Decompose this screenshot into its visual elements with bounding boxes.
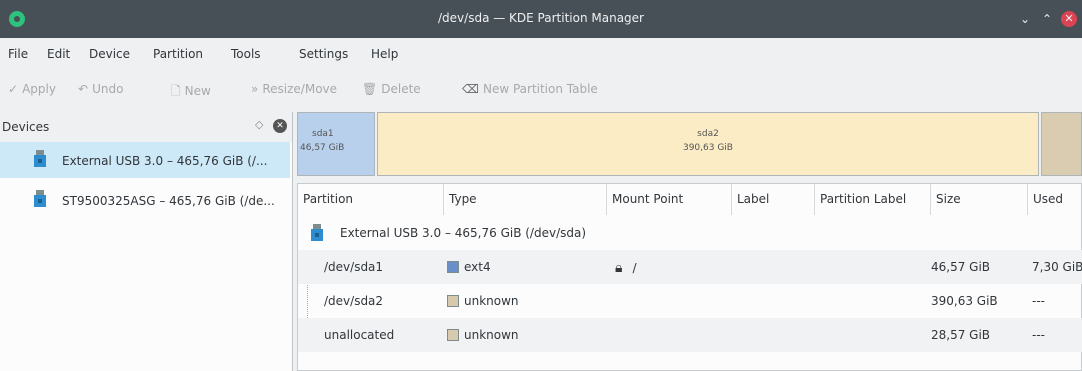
- partition-size: 28,57 GiB: [931, 328, 991, 342]
- partition-type: ext4: [447, 260, 491, 274]
- column-header-partition-label[interactable]: Partition Label: [815, 184, 931, 215]
- new-document-icon: 🗋: [171, 84, 181, 98]
- partition-bar-name: sda2: [697, 129, 719, 139]
- partition-bar-unallocated[interactable]: [1041, 112, 1082, 176]
- undo-icon: ↶: [78, 82, 89, 96]
- apply-button[interactable]: ✓ Apply: [8, 82, 56, 96]
- partition-bar-size: 390,63 GiB: [682, 143, 733, 153]
- usb-drive-icon: [311, 224, 323, 241]
- fs-color-swatch: [447, 329, 459, 341]
- minimize-icon[interactable]: ⌄: [1017, 11, 1033, 27]
- trash-icon: 🗑: [362, 82, 378, 96]
- devices-header: Devices ◇ ✕: [0, 112, 292, 142]
- fs-color-swatch: [447, 295, 459, 307]
- float-panel-icon[interactable]: ◇: [255, 118, 263, 131]
- device-row-label: External USB 3.0 – 465,76 GiB (/dev/sda): [340, 226, 587, 240]
- resize-move-button[interactable]: » Resize/Move: [251, 82, 337, 96]
- fs-color-swatch: [447, 261, 459, 273]
- table-row[interactable]: unallocated unknown 28,57 GiB ---: [298, 318, 1082, 352]
- table-device-row[interactable]: External USB 3.0 – 465,76 GiB (/dev/sda): [298, 216, 1082, 250]
- check-icon: ✓: [8, 82, 19, 96]
- devices-panel: Devices ◇ ✕ External USB 3.0 – 465,76 Gi…: [0, 112, 293, 371]
- device-item-st9500325asg[interactable]: ST9500325ASG – 465,76 GiB (/de...: [0, 182, 290, 218]
- device-item-external-usb[interactable]: External USB 3.0 – 465,76 GiB (/...: [0, 142, 290, 178]
- table-row[interactable]: /dev/sda2 unknown 390,63 GiB ---: [298, 284, 1082, 318]
- menu-settings[interactable]: Settings: [299, 47, 348, 61]
- title-bar: /dev/sda — KDE Partition Manager ⌄ ⌃ ✕: [0, 0, 1082, 38]
- menu-partition[interactable]: Partition: [153, 47, 203, 61]
- usb-drive-icon: [34, 150, 46, 167]
- table-row[interactable]: /dev/sda1 ext4 🔒︎/ 46,57 GiB 7,30 GiB: [298, 250, 1082, 284]
- usb-drive-icon: [34, 190, 46, 207]
- partition-bar-size: 46,57 GiB: [300, 143, 345, 153]
- device-label: External USB 3.0 – 465,76 GiB (/...: [62, 154, 268, 168]
- clear-table-icon: ⌫: [462, 82, 479, 96]
- toolbar: ✓ Apply ↶ Undo 🗋 New » Resize/Move 🗑 Delete ⌫…: [0, 68, 1082, 112]
- maximize-icon[interactable]: ⌃: [1039, 11, 1055, 27]
- column-header-mount-point[interactable]: Mount Point: [607, 184, 732, 215]
- undo-button[interactable]: ↶ Undo: [78, 82, 123, 96]
- partition-size: 46,57 GiB: [931, 260, 991, 274]
- partition-size: 390,63 GiB: [931, 294, 998, 308]
- column-header-type[interactable]: Type: [444, 184, 607, 215]
- device-label: ST9500325ASG – 465,76 GiB (/de...: [62, 194, 275, 208]
- partition-name: /dev/sda2: [324, 294, 384, 308]
- menu-bar: File Edit Device Partition Tools Setting…: [0, 38, 1082, 68]
- partition-name: /dev/sda1: [324, 260, 384, 274]
- menu-file[interactable]: File: [8, 47, 28, 61]
- column-header-partition[interactable]: Partition: [298, 184, 444, 215]
- partition-type: unknown: [447, 294, 519, 308]
- partition-used: 7,30 GiB: [1032, 260, 1082, 274]
- partition-bar-name: sda1: [312, 129, 334, 139]
- delete-button[interactable]: 🗑 Delete: [362, 82, 421, 96]
- partition-used: ---: [1032, 294, 1045, 308]
- resize-icon: »: [251, 82, 259, 96]
- devices-title: Devices: [2, 120, 50, 134]
- close-panel-icon[interactable]: ✕: [273, 119, 287, 133]
- column-header-label[interactable]: Label: [732, 184, 815, 215]
- mount-point: 🔒︎ /: [615, 260, 637, 276]
- partition-bar-sda1[interactable]: sda1 46,57 GiB: [297, 112, 375, 176]
- column-header-used[interactable]: Used: [1028, 184, 1082, 215]
- partition-type: unknown: [447, 328, 519, 342]
- menu-help[interactable]: Help: [371, 47, 398, 61]
- new-partition-table-button[interactable]: ⌫ New Partition Table: [462, 82, 598, 96]
- new-button[interactable]: 🗋 New: [171, 82, 211, 103]
- lock-icon: 🔒︎: [615, 260, 623, 276]
- close-icon[interactable]: ✕: [1061, 11, 1077, 27]
- menu-edit[interactable]: Edit: [47, 47, 70, 61]
- menu-device[interactable]: Device: [89, 47, 130, 61]
- partition-table: Partition Type Mount Point Label Partiti…: [297, 183, 1082, 371]
- partition-bar-sda2[interactable]: sda2 390,63 GiB: [377, 112, 1039, 176]
- menu-tools[interactable]: Tools: [231, 47, 261, 61]
- column-header-size[interactable]: Size: [931, 184, 1028, 215]
- window-title: /dev/sda — KDE Partition Manager: [438, 11, 644, 25]
- partition-used: ---: [1032, 328, 1045, 342]
- partition-name: unallocated: [324, 328, 395, 342]
